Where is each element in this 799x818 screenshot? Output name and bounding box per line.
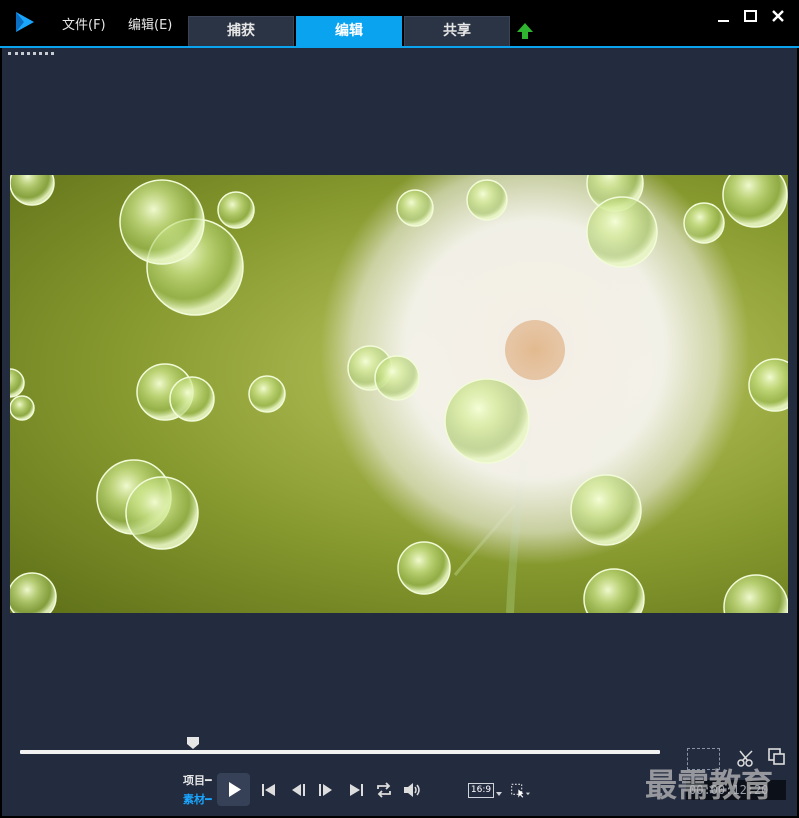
mode-clip-toggle[interactable]: 素材━ [183, 791, 212, 807]
upload-icon[interactable] [516, 22, 534, 40]
title-bar: 文件(F) 编辑(E) 捕获 编辑 共享 [0, 0, 799, 46]
play-icon [229, 782, 241, 797]
maximize-icon[interactable] [741, 6, 761, 26]
preview-frame-image [10, 175, 788, 613]
repeat-icon[interactable] [374, 780, 394, 800]
panel-drag-handle[interactable] [8, 52, 54, 56]
play-button[interactable] [217, 773, 250, 806]
volume-icon[interactable] [402, 780, 422, 800]
menu-file[interactable]: 文件(F) [62, 14, 106, 33]
tab-edit[interactable]: 编辑 [296, 16, 402, 46]
tab-capture[interactable]: 捕获 [188, 16, 294, 46]
mode-clip-label: 素材 [183, 793, 205, 806]
next-frame-icon[interactable] [315, 780, 335, 800]
mode-project-toggle[interactable]: 项目━ [183, 772, 212, 788]
scrubber-handle-icon[interactable] [186, 736, 200, 750]
minimize-icon[interactable] [714, 6, 734, 26]
watermark-text: 最需教育 [645, 766, 774, 804]
video-preview[interactable] [10, 175, 788, 613]
go-to-start-icon[interactable] [259, 780, 279, 800]
go-to-end-icon[interactable] [346, 780, 366, 800]
aspect-ratio-button[interactable]: 16:9 [468, 783, 494, 798]
app-logo-icon [16, 12, 34, 32]
menu-edit[interactable]: 编辑(E) [128, 14, 172, 33]
close-icon[interactable] [768, 6, 788, 26]
crop-select-icon[interactable] [510, 781, 530, 801]
aspect-ratio-caret-icon[interactable] [496, 792, 502, 796]
mode-project-label: 项目 [183, 774, 205, 787]
tab-share[interactable]: 共享 [404, 16, 510, 46]
previous-frame-icon[interactable] [289, 780, 309, 800]
timeline-scrubber[interactable] [20, 750, 660, 754]
